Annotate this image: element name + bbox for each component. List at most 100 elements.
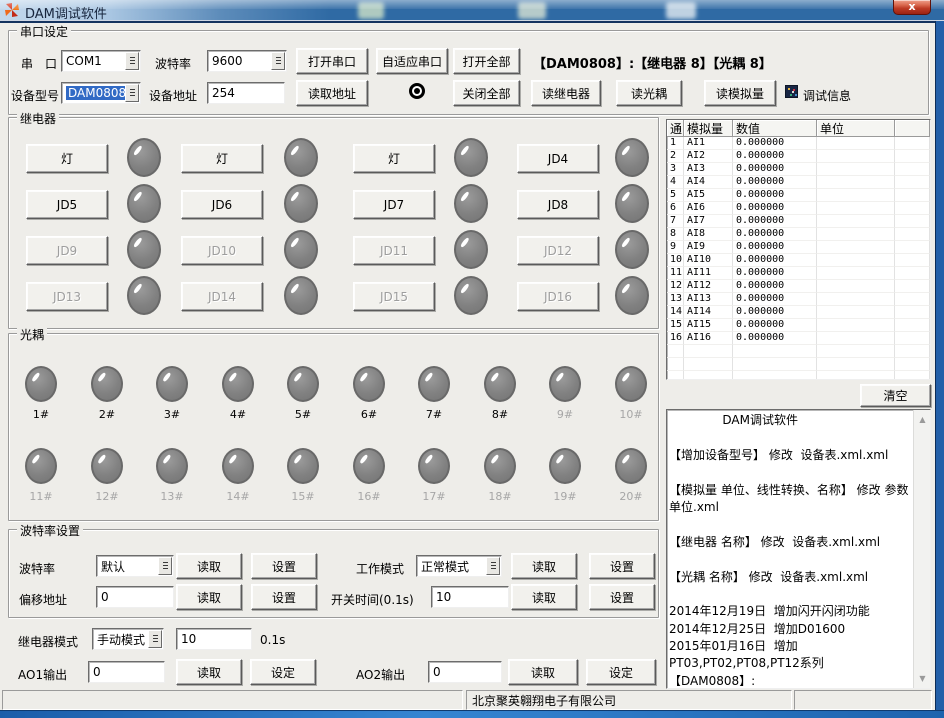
combo-drop-icon[interactable] [125,84,139,102]
table-cell [817,332,895,345]
table-row[interactable]: 16AI160.000000 [667,332,930,345]
relay-button-4[interactable]: JD4 [517,144,599,173]
relay-button-15[interactable]: JD15 [353,282,435,311]
table-row[interactable]: 4AI40.000000 [667,176,930,189]
scroll-down-icon[interactable]: ▼ [914,670,931,687]
read-analog-button[interactable]: 读模拟量 [704,80,776,106]
combo-drop-icon[interactable] [486,557,500,575]
model-combobox[interactable]: DAM0808 [61,82,141,104]
table-row[interactable]: 15AI150.000000 [667,319,930,332]
open-all-button[interactable]: 打开全部 [453,48,520,74]
work-mode-set-button[interactable]: 设置 [589,553,655,579]
baud-rate-combobox[interactable]: 默认 [96,555,174,577]
relay-mode-combobox[interactable]: 手动模式 [92,628,164,650]
table-row[interactable]: 9AI90.000000 [667,241,930,254]
baud-combobox[interactable]: 9600 [207,50,287,72]
relay-button-8[interactable]: JD8 [517,190,599,219]
table-header-cell[interactable]: 数值 [733,120,817,137]
device-addr-input[interactable]: 254 [207,82,285,104]
ao2-set-button[interactable]: 设定 [586,659,656,685]
table-row[interactable]: 1AI10.000000 [667,137,930,150]
table-row[interactable]: 3AI30.000000 [667,163,930,176]
baud-settings-title: 波特率设置 [17,522,83,539]
relay-button-3[interactable]: 灯 [353,144,435,173]
log-panel[interactable]: DAM调试软件 【增加设备型号】 修改 设备表.xml.xml 【模拟量 单位、… [666,409,931,689]
table-row[interactable]: 12AI120.000000 [667,280,930,293]
work-mode-combobox[interactable]: 正常模式 [416,555,502,577]
read-relay-button[interactable]: 读继电器 [531,80,601,106]
table-row[interactable]: 8AI80.000000 [667,228,930,241]
ao1-set-button[interactable]: 设定 [250,659,316,685]
switch-time-input[interactable]: 10 [431,586,509,608]
relay-button-11[interactable]: JD11 [353,236,435,265]
offset-set-button[interactable]: 设置 [251,584,317,610]
baud-set-button[interactable]: 设置 [251,553,317,579]
baud-read-button[interactable]: 读取 [176,553,242,579]
combo-drop-icon[interactable] [158,557,172,575]
relay-button-7[interactable]: JD7 [353,190,435,219]
read-addr-button[interactable]: 读取地址 [296,80,368,106]
opto-label-16: 16# [349,490,389,503]
scroll-up-icon[interactable]: ▲ [914,411,931,428]
opto-led-12 [91,448,123,484]
relay-button-16[interactable]: JD16 [517,282,599,311]
relay-button-10[interactable]: JD10 [181,236,263,265]
work-mode-read-button[interactable]: 读取 [511,553,577,579]
auto-serial-button[interactable]: 自适应串口 [376,48,448,74]
relay-button-12[interactable]: JD12 [517,236,599,265]
close-button[interactable]: x [893,0,931,15]
switch-time-read-button[interactable]: 读取 [511,584,577,610]
close-all-button[interactable]: 关闭全部 [453,80,520,106]
combo-drop-icon[interactable] [125,52,139,70]
table-header-cell[interactable]: 模拟量 [684,120,733,137]
table-cell: 2 [667,150,684,163]
open-serial-button[interactable]: 打开串口 [296,48,368,74]
combo-drop-icon[interactable] [271,52,285,70]
table-row[interactable]: 5AI50.000000 [667,189,930,202]
table-header-row: 通模拟量数值单位 [667,120,930,137]
table-row[interactable]: 11AI110.000000 [667,267,930,280]
table-row[interactable]: 2AI20.000000 [667,150,930,163]
ao2-input[interactable]: 0 [428,661,502,683]
table-row[interactable] [667,345,930,358]
table-row[interactable]: 7AI70.000000 [667,215,930,228]
relay-time-input[interactable]: 10 [176,628,252,650]
combo-drop-icon[interactable] [148,630,162,648]
relay-button-13[interactable]: JD13 [26,282,108,311]
offset-read-button[interactable]: 读取 [176,584,242,610]
ao2-read-button[interactable]: 读取 [508,659,578,685]
window-title: DAM调试软件 [25,3,107,22]
table-row[interactable]: 6AI60.000000 [667,202,930,215]
offset-addr-input[interactable]: 0 [96,586,174,608]
table-row[interactable]: 13AI130.000000 [667,293,930,306]
ao1-read-button[interactable]: 读取 [176,659,242,685]
table-row[interactable]: 14AI140.000000 [667,306,930,319]
relay-button-6[interactable]: JD6 [181,190,263,219]
analog-table[interactable]: 通模拟量数值单位1AI10.0000002AI20.0000003AI30.00… [666,119,931,380]
opto-led-20 [615,448,647,484]
opto-led-13 [156,448,188,484]
relay-button-9[interactable]: JD9 [26,236,108,265]
table-row[interactable]: 10AI100.000000 [667,254,930,267]
relay-button-2[interactable]: 灯 [181,144,263,173]
table-row[interactable] [667,371,930,380]
clear-button[interactable]: 清空 [860,384,931,407]
log-scrollbar[interactable]: ▲ ▼ [913,410,930,688]
read-opto-button[interactable]: 读光耦 [616,80,682,106]
opto-led-14 [222,448,254,484]
table-header-cell[interactable] [895,120,930,137]
port-combobox[interactable]: COM1 [61,50,141,72]
table-header-cell[interactable]: 单位 [817,120,895,137]
relay-button-1[interactable]: 灯 [26,144,108,173]
table-header-cell[interactable]: 通 [667,120,684,137]
table-cell [895,150,930,163]
ao1-input[interactable]: 0 [88,661,165,683]
table-cell: 13 [667,293,684,306]
table-row[interactable] [667,358,930,371]
table-cell: 0.000000 [733,176,817,189]
ao1-label: AO1输出 [18,666,67,683]
relay-button-5[interactable]: JD5 [26,190,108,219]
relay-button-14[interactable]: JD14 [181,282,263,311]
opto-group: 光耦 1#2#3#4#5#6#7#8#9#10#11#12#13#14#15#1… [8,333,659,521]
switch-time-set-button[interactable]: 设置 [589,584,655,610]
